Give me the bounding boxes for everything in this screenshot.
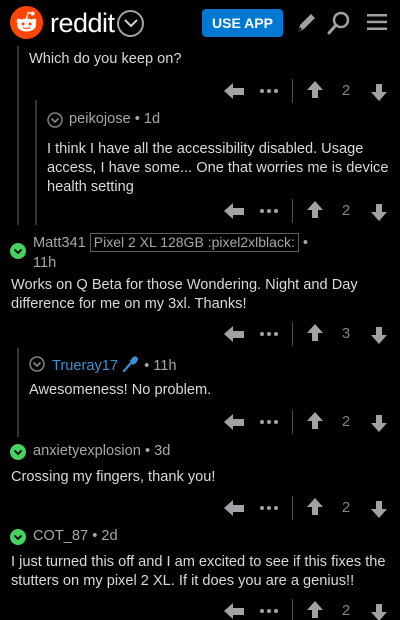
comment-actions: 2 <box>222 409 400 435</box>
vote-score: 3 <box>341 325 351 342</box>
reply-icon[interactable] <box>222 495 246 521</box>
username[interactable]: Matt341 <box>33 235 86 251</box>
username[interactable]: peikojose <box>69 111 131 127</box>
more-options-icon[interactable] <box>259 598 279 620</box>
comment-meta: COT_87 • 2d <box>33 528 118 544</box>
actions-divider <box>292 410 293 434</box>
actions-divider <box>292 496 293 520</box>
reddit-wordmark[interactable]: reddit <box>50 8 115 39</box>
actions-divider <box>292 322 293 346</box>
thread-line <box>35 100 37 225</box>
more-options-icon[interactable] <box>259 409 279 435</box>
comment-meta: peikojose • 1d <box>69 111 160 127</box>
collapse-icon[interactable] <box>29 356 45 372</box>
actions-divider <box>292 79 293 103</box>
comment-meta: Matt341 Pixel 2 XL 128GB :pixel2xlblack:… <box>33 233 393 273</box>
downvote-icon[interactable] <box>370 321 388 347</box>
pencil-icon[interactable] <box>294 10 318 41</box>
reddit-logo-icon[interactable] <box>10 6 43 39</box>
downvote-icon[interactable] <box>370 598 388 620</box>
vote-score: 2 <box>341 602 351 619</box>
thread-line <box>17 348 19 437</box>
collapse-icon[interactable] <box>10 529 26 545</box>
reply-icon[interactable] <box>222 321 246 347</box>
thread-line <box>17 40 19 225</box>
comment-body: I think I have all the accessibility dis… <box>47 141 389 195</box>
vote-score: 2 <box>341 413 351 430</box>
comment-actions: 2 <box>222 598 400 620</box>
comment-actions: 2 <box>222 78 400 104</box>
downvote-icon[interactable] <box>370 495 388 521</box>
chevron-down-icon[interactable] <box>117 10 144 37</box>
comment-meta: anxietyexplosion • 3d <box>33 443 170 459</box>
vote-score: 2 <box>341 499 351 516</box>
username[interactable]: anxietyexplosion <box>33 443 141 459</box>
reply-icon[interactable] <box>222 409 246 435</box>
actions-divider <box>292 199 293 223</box>
comment-actions: 2 <box>222 198 400 224</box>
more-options-icon[interactable] <box>259 198 279 224</box>
vote-score: 2 <box>341 82 351 99</box>
upvote-icon[interactable] <box>306 409 324 435</box>
comment-meta: Trueray17 • 11h <box>52 355 177 374</box>
comment-body: Crossing my fingers, thank you! <box>11 469 216 485</box>
comment-body: Which do you keep on? <box>29 51 182 67</box>
search-icon[interactable] <box>326 10 352 41</box>
reply-icon[interactable] <box>222 598 246 620</box>
top-bar: reddit USE APP <box>0 0 400 46</box>
comment-age: 11h <box>33 255 57 271</box>
comment-body: Works on Q Beta for those Wondering. Nig… <box>11 277 358 312</box>
username[interactable]: COT_87 <box>33 528 88 544</box>
reply-icon[interactable] <box>222 78 246 104</box>
reply-icon[interactable] <box>222 198 246 224</box>
collapse-icon[interactable] <box>47 112 63 128</box>
user-flair: Pixel 2 XL 128GB :pixel2xlblack: <box>89 233 299 252</box>
upvote-icon[interactable] <box>306 495 324 521</box>
comment-actions: 2 <box>222 495 400 521</box>
collapse-icon[interactable] <box>10 243 26 259</box>
upvote-icon[interactable] <box>306 78 324 104</box>
more-options-icon[interactable] <box>259 495 279 521</box>
menu-icon[interactable] <box>366 12 388 37</box>
comment-age: • 3d <box>144 443 171 459</box>
comment-age: • 11h <box>144 358 177 374</box>
username[interactable]: Trueray17 <box>52 358 118 374</box>
use-app-button[interactable]: USE APP <box>202 9 283 37</box>
microphone-icon <box>122 356 139 373</box>
more-options-icon[interactable] <box>259 321 279 347</box>
collapse-icon[interactable] <box>10 444 26 460</box>
upvote-icon[interactable] <box>306 321 324 347</box>
more-options-icon[interactable] <box>259 78 279 104</box>
upvote-icon[interactable] <box>306 198 324 224</box>
downvote-icon[interactable] <box>370 409 388 435</box>
comment-age: • 2d <box>92 528 118 544</box>
actions-divider <box>292 599 293 620</box>
meta-bullet: • <box>302 235 308 251</box>
upvote-icon[interactable] <box>306 598 324 620</box>
comment-actions: 3 <box>222 321 400 347</box>
downvote-icon[interactable] <box>370 198 388 224</box>
comment-body: I just turned this off and I am excited … <box>11 554 386 589</box>
comment-body: Awesomeness! No problem. <box>29 382 212 398</box>
vote-score: 2 <box>341 202 351 219</box>
comment-age: • 1d <box>134 111 161 127</box>
downvote-icon[interactable] <box>370 78 388 104</box>
